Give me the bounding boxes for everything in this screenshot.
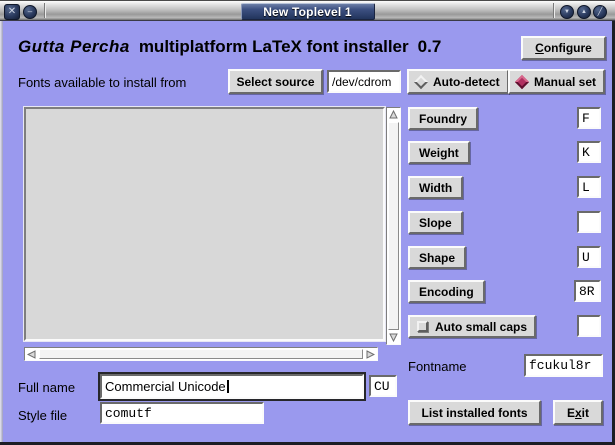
app-title-text: multiplatform LaTeX font installer	[139, 37, 409, 56]
weight-code-field[interactable]: K	[577, 141, 601, 163]
configure-button[interactable]: Configure	[521, 36, 606, 60]
select-source-button[interactable]: Select source	[228, 69, 323, 94]
app-window: ✕ – New Toplevel 1 ▼ ▲ ╱ Gutta Percha mul…	[0, 0, 615, 445]
brand-name: Gutta Percha	[18, 37, 130, 56]
titlebar-separator	[553, 3, 555, 18]
auto-detect-radio[interactable]: Auto-detect	[407, 69, 509, 94]
scroll-left-icon	[27, 350, 36, 359]
window-rolldown-button[interactable]: ▼	[560, 5, 574, 19]
radio-diamond-icon	[414, 74, 428, 88]
abbreviation-field[interactable]: CU	[369, 375, 397, 397]
slope-code-field[interactable]	[577, 211, 601, 233]
resize-icon: ╱	[598, 6, 603, 18]
horizontal-scrollbar-thumb[interactable]	[39, 349, 363, 359]
manual-set-radio[interactable]: Manual set	[508, 69, 605, 94]
vertical-scrollbar[interactable]	[386, 107, 401, 345]
style-file-field[interactable]: comutf	[100, 402, 264, 424]
titlebar-separator	[44, 3, 46, 18]
fontname-label: Fontname	[408, 359, 467, 374]
text-cursor	[227, 380, 229, 393]
window-resize-button[interactable]: ╱	[593, 5, 607, 19]
font-listbox[interactable]	[24, 107, 385, 341]
arrow-up-icon: ▲	[581, 6, 587, 18]
source-row-label: Fonts available to install from	[18, 75, 186, 90]
scroll-right-icon	[366, 350, 375, 359]
full-name-field[interactable]: Commercial Unicode	[100, 374, 364, 399]
minimize-icon: –	[28, 6, 32, 18]
scroll-up-icon	[389, 110, 398, 119]
window-rollup-button[interactable]: ▲	[577, 5, 591, 19]
shape-code-field[interactable]: U	[577, 246, 601, 268]
shape-button[interactable]: Shape	[408, 246, 466, 269]
encoding-code-field[interactable]: 8R	[574, 280, 601, 302]
width-button[interactable]: Width	[408, 176, 463, 199]
app-title: Gutta Percha multiplatform LaTeX font ins…	[18, 34, 441, 60]
vertical-scrollbar-thumb[interactable]	[388, 122, 399, 330]
scroll-right-button[interactable]	[364, 348, 377, 360]
checkbox-icon	[417, 321, 428, 332]
scroll-up-button[interactable]	[387, 108, 400, 121]
style-file-label: Style file	[18, 408, 67, 423]
list-installed-fonts-button[interactable]: List installed fonts	[408, 400, 541, 425]
arrow-down-icon: ▼	[564, 6, 570, 18]
full-name-label: Full name	[18, 380, 75, 395]
encoding-button[interactable]: Encoding	[408, 280, 485, 303]
auto-small-caps-checkbox[interactable]: Auto small caps	[408, 315, 536, 338]
horizontal-scrollbar[interactable]	[24, 347, 378, 361]
fontname-field[interactable]: fcukul8r	[524, 354, 603, 377]
scroll-down-button[interactable]	[387, 331, 400, 344]
radio-diamond-selected-icon	[515, 74, 529, 88]
source-path-field[interactable]: /dev/cdrom	[327, 70, 401, 93]
weight-button[interactable]: Weight	[408, 141, 470, 164]
scroll-down-icon	[389, 333, 398, 342]
window-close-button[interactable]: ✕	[4, 4, 20, 20]
scroll-left-button[interactable]	[25, 348, 38, 360]
close-icon: ✕	[8, 6, 16, 18]
slope-button[interactable]: Slope	[408, 211, 463, 234]
foundry-code-field[interactable]: F	[577, 107, 601, 129]
titlebar[interactable]: ✕ – New Toplevel 1 ▼ ▲ ╱	[0, 0, 615, 21]
width-code-field[interactable]: L	[577, 176, 601, 198]
titlebar-plate: New Toplevel 1	[241, 3, 375, 20]
small-caps-code-field[interactable]	[577, 315, 601, 337]
window-minimize-button[interactable]: –	[23, 5, 37, 19]
window-left-edge	[0, 21, 3, 442]
foundry-button[interactable]: Foundry	[408, 107, 478, 130]
exit-button[interactable]: Exit	[553, 400, 603, 425]
window-title: New Toplevel 1	[263, 5, 352, 19]
app-version: 0.7	[418, 37, 442, 56]
